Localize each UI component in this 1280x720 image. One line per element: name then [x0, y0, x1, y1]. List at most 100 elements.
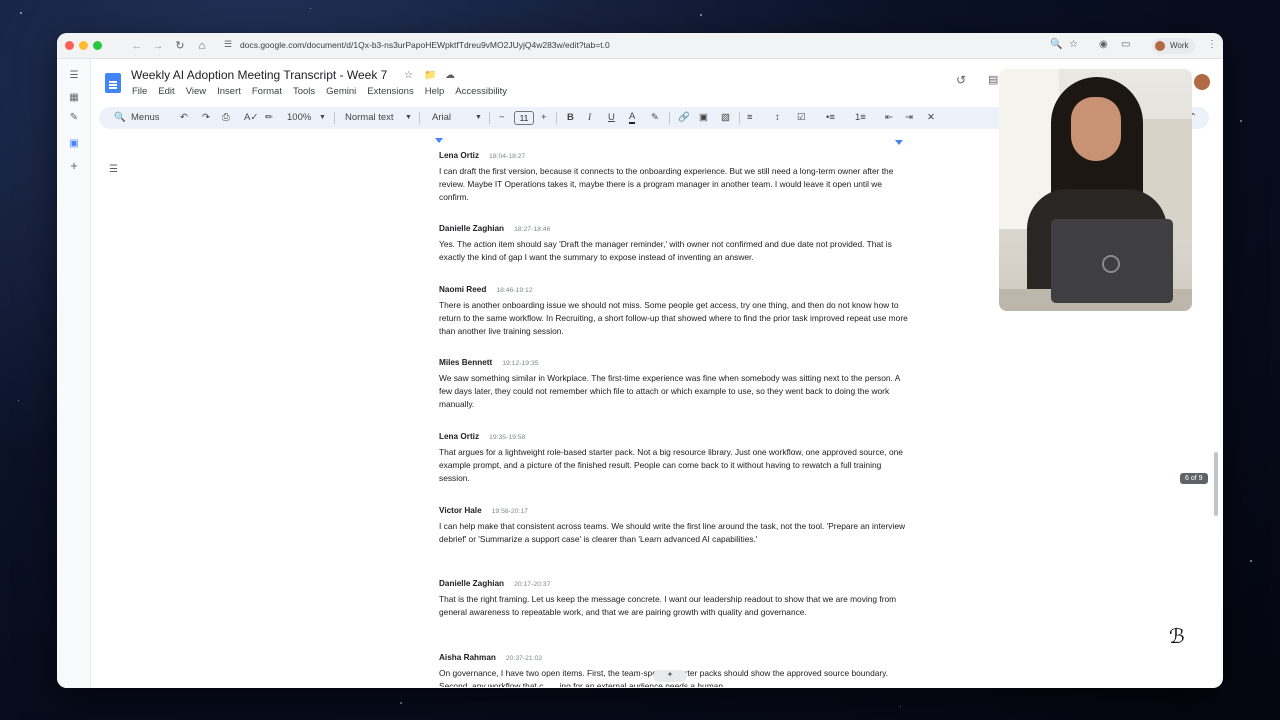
- docs-app-icon[interactable]: ▣: [67, 137, 81, 151]
- speaker-name: Naomi Reed: [439, 285, 487, 294]
- bookmark-star-icon[interactable]: ☆: [1069, 39, 1078, 50]
- print-icon[interactable]: ⎙: [222, 111, 230, 125]
- sparkle-assist-button[interactable]: ✦: [653, 670, 687, 682]
- align-icon[interactable]: ≡: [747, 111, 753, 125]
- close-window-button[interactable]: [65, 41, 74, 50]
- insert-image-icon[interactable]: ▧: [721, 111, 730, 125]
- bulleted-list-icon[interactable]: •≡: [826, 111, 835, 125]
- add-tab-icon[interactable]: +: [67, 159, 81, 173]
- menus-search-label[interactable]: Menus: [131, 111, 160, 125]
- numbered-list-icon[interactable]: 1≡: [855, 111, 866, 125]
- home-icon[interactable]: ⌂: [194, 38, 210, 54]
- text-color-icon[interactable]: A: [629, 111, 636, 124]
- maximize-window-button[interactable]: [93, 41, 102, 50]
- line-spacing-icon[interactable]: ↕: [775, 111, 780, 125]
- comments-icon[interactable]: ▤: [988, 73, 998, 86]
- zoom-chevron-down-icon[interactable]: ▼: [319, 111, 326, 125]
- timestamp: 20:37-21:02: [505, 655, 543, 662]
- profile-chip[interactable]: Work: [1152, 38, 1195, 54]
- increase-font-size-icon[interactable]: +: [541, 111, 547, 125]
- minimize-window-button[interactable]: [79, 41, 88, 50]
- highlight-icon[interactable]: ✎: [651, 111, 659, 125]
- menu-edit[interactable]: Edit: [158, 86, 174, 97]
- cloud-saved-icon[interactable]: ☁: [445, 70, 455, 81]
- insert-link-icon[interactable]: 🔗: [678, 111, 690, 125]
- utterance-text[interactable]: We saw something similar in Workplace. T…: [439, 372, 909, 412]
- apps-grid-icon[interactable]: ▦: [67, 91, 81, 105]
- divider: [556, 112, 557, 124]
- site-info-icon[interactable]: ☰: [224, 39, 232, 50]
- speaker-name: Lena Ortiz: [439, 432, 480, 441]
- undo-icon[interactable]: ↶: [180, 111, 188, 125]
- utterance-text[interactable]: That is the right framing. Let us keep t…: [439, 593, 909, 619]
- zoom-select[interactable]: 100%: [287, 111, 311, 125]
- transcript-entry: Danielle Zaghian 18:27-18:46 Yes. The act…: [439, 218, 909, 264]
- document-outline-icon[interactable]: ☰: [109, 164, 118, 175]
- clear-formatting-icon[interactable]: ✕: [927, 111, 935, 125]
- left-indent-marker[interactable]: [435, 138, 443, 143]
- forward-icon[interactable]: →: [150, 38, 166, 54]
- menu-file[interactable]: File: [132, 86, 147, 97]
- divider: [419, 112, 420, 124]
- divider: [334, 112, 335, 124]
- timestamp: 18:04-18:27: [489, 153, 526, 160]
- bold-icon[interactable]: B: [567, 111, 574, 125]
- font-size-input[interactable]: 11: [514, 111, 534, 125]
- transcript-entry: Lena Ortiz 18:04-18:27 I can draft the fi…: [439, 145, 909, 205]
- translate-icon[interactable]: ✎: [67, 111, 81, 125]
- laptop-logo-icon: [1102, 255, 1120, 273]
- search-menus-icon[interactable]: 🔍: [114, 111, 126, 125]
- vertical-scrollbar[interactable]: [1214, 452, 1218, 516]
- menu-format[interactable]: Format: [252, 86, 282, 97]
- redo-icon[interactable]: ↷: [202, 111, 210, 125]
- puzzle-icon[interactable]: ▭: [1121, 39, 1130, 50]
- paragraph-style-select[interactable]: Normal text: [345, 111, 394, 125]
- more-menu-icon[interactable]: ⋮: [1207, 39, 1217, 50]
- back-icon[interactable]: ←: [129, 38, 145, 54]
- star-icon[interactable]: ☆: [404, 70, 413, 81]
- docs-logo-icon[interactable]: [105, 73, 121, 93]
- menu-insert[interactable]: Insert: [217, 86, 241, 97]
- utterance-text[interactable]: That argues for a lightweight role-based…: [439, 446, 909, 486]
- spellcheck-icon[interactable]: A✓: [244, 111, 258, 125]
- utterance-text[interactable]: I can draft the first version, because i…: [439, 165, 909, 205]
- underline-icon[interactable]: U: [608, 111, 615, 125]
- document-title[interactable]: Weekly AI Adoption Meeting Transcript - …: [131, 68, 387, 82]
- version-history-icon[interactable]: ↺: [956, 73, 966, 87]
- main-menu-icon[interactable]: ☰: [67, 69, 81, 83]
- speaker-name: Danielle Zaghian: [439, 224, 505, 233]
- menu-help[interactable]: Help: [425, 86, 445, 97]
- decrease-font-size-icon[interactable]: −: [499, 111, 505, 125]
- menu-accessibility[interactable]: Accessibility: [455, 86, 507, 97]
- checklist-icon[interactable]: ☑: [797, 111, 806, 125]
- menu-gemini[interactable]: Gemini: [326, 86, 356, 97]
- address-bar[interactable]: docs.google.com/document/d/1Qx-b3-ns3urP…: [240, 40, 610, 50]
- zoom-icon[interactable]: 🔍: [1050, 39, 1062, 50]
- transcript-entry: Victor Hale 19:58-20:17 I can help make t…: [439, 500, 909, 546]
- divider: [669, 112, 670, 124]
- extension-icon[interactable]: ◉: [1099, 39, 1108, 50]
- font-select[interactable]: Arial: [432, 111, 451, 125]
- timestamp: 18:27-18:46: [514, 226, 551, 233]
- paint-format-icon[interactable]: ✏: [265, 111, 273, 125]
- style-chevron-down-icon[interactable]: ▼: [405, 111, 412, 125]
- utterance-text[interactable]: I can help make that consistent across t…: [439, 520, 909, 546]
- utterance-text[interactable]: There is another onboarding issue we sho…: [439, 299, 909, 339]
- move-folder-icon[interactable]: 📁: [424, 70, 436, 81]
- reload-icon[interactable]: ↻: [172, 38, 188, 54]
- italic-icon[interactable]: I: [588, 111, 591, 125]
- timestamp: 19:35-19:58: [489, 434, 526, 441]
- font-chevron-down-icon[interactable]: ▼: [475, 111, 482, 125]
- menu-view[interactable]: View: [186, 86, 206, 97]
- speaker-name: Aisha Rahman: [439, 653, 496, 662]
- increase-indent-icon[interactable]: ⇥: [905, 111, 913, 125]
- transcript-entry: Miles Bennett 19:12-19:35 We saw somethin…: [439, 352, 909, 412]
- browser-toolbar: ← → ↻ ⌂ ☰ docs.google.com/document/d/1Qx…: [57, 33, 1223, 59]
- account-avatar[interactable]: [1192, 72, 1212, 92]
- docs-side-rail: ☰ ▦ ✎ ▣ +: [57, 59, 91, 688]
- decrease-indent-icon[interactable]: ⇤: [885, 111, 893, 125]
- menu-tools[interactable]: Tools: [293, 86, 315, 97]
- menu-extensions[interactable]: Extensions: [367, 86, 413, 97]
- utterance-text[interactable]: Yes. The action item should say 'Draft t…: [439, 238, 909, 264]
- add-comment-icon[interactable]: ▣: [699, 111, 708, 125]
